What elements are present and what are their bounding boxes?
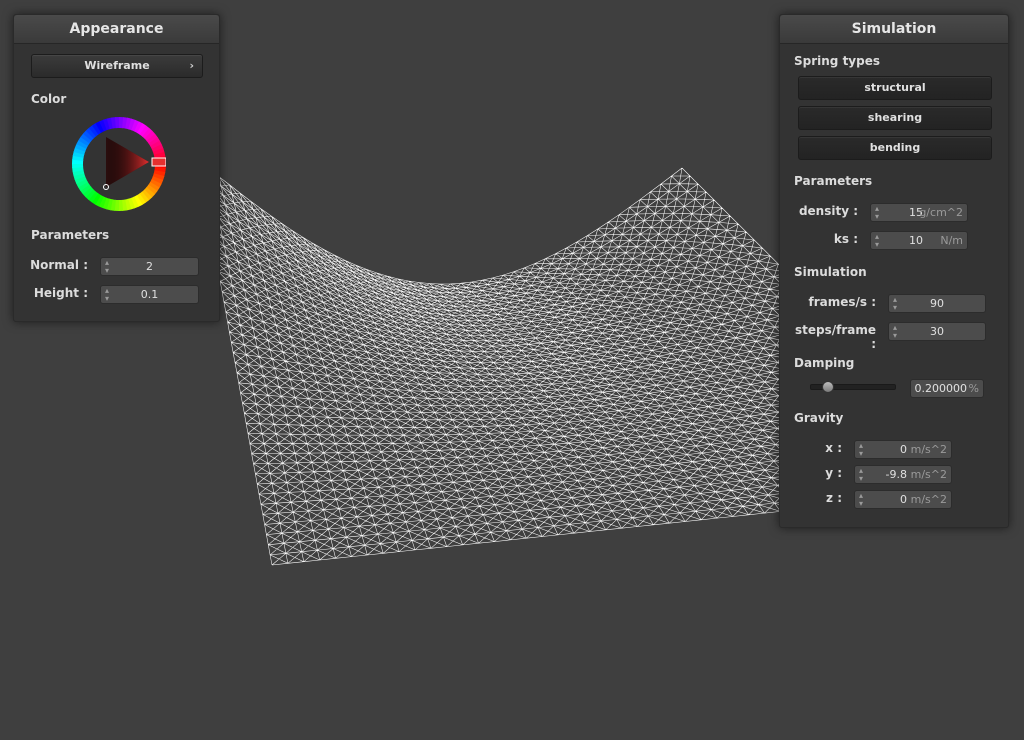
height-field[interactable]: ▴ ▾ 0.1 xyxy=(100,285,199,304)
height-label: Height : xyxy=(33,286,88,300)
fps-field[interactable]: ▴ ▾ 90 xyxy=(888,294,986,313)
simulation-panel: Simulation Spring types structural shear… xyxy=(779,14,1009,528)
simulation-title[interactable]: Simulation xyxy=(780,15,1008,44)
chevron-right-icon: › xyxy=(189,59,194,72)
render-mode-button[interactable]: Wireframe › xyxy=(31,54,203,78)
sim-params-label: Parameters xyxy=(794,174,873,188)
gravity-z-field[interactable]: ▴ ▾ 0 m/s^2 xyxy=(854,490,952,509)
spinner-icon[interactable]: ▴ ▾ xyxy=(875,232,879,249)
simulation-section-label: Simulation xyxy=(794,265,867,279)
color-label: Color xyxy=(31,92,67,106)
gravity-x-label: x : xyxy=(825,441,842,455)
damping-slider-knob[interactable] xyxy=(821,381,834,393)
steps-field[interactable]: ▴ ▾ 30 xyxy=(888,322,986,341)
appearance-title[interactable]: Appearance xyxy=(14,15,219,44)
spinner-icon[interactable]: ▴ ▾ xyxy=(859,441,863,458)
structural-button[interactable]: structural xyxy=(798,76,992,100)
spring-types-label: Spring types xyxy=(794,54,881,68)
color-wheel[interactable] xyxy=(72,117,166,211)
normal-field[interactable]: ▴ ▾ 2 xyxy=(100,257,199,276)
shearing-button[interactable]: shearing xyxy=(798,106,992,130)
render-mode-label: Wireframe xyxy=(84,59,150,72)
appearance-params-label: Parameters xyxy=(31,228,110,242)
steps-label: steps/frame : xyxy=(794,323,876,351)
fps-label: frames/s : xyxy=(808,295,876,309)
ks-field[interactable]: ▴ ▾ 10 N/m xyxy=(870,231,968,250)
spinner-icon[interactable]: ▴ ▾ xyxy=(859,491,863,508)
gravity-z-label: z : xyxy=(826,491,842,505)
spinner-icon[interactable]: ▴ ▾ xyxy=(875,204,879,221)
gravity-label: Gravity xyxy=(794,411,844,425)
gravity-y-field[interactable]: ▴ ▾ -9.8 m/s^2 xyxy=(854,465,952,484)
ks-label: ks : xyxy=(833,232,858,246)
damping-label: Damping xyxy=(794,356,855,370)
appearance-panel: Appearance Wireframe › Color Parameters … xyxy=(13,14,220,322)
gravity-x-field[interactable]: ▴ ▾ 0 m/s^2 xyxy=(854,440,952,459)
damping-field[interactable]: 0.200000 % xyxy=(910,379,984,398)
density-field[interactable]: ▴ ▾ 15 g/cm^2 xyxy=(870,203,968,222)
density-label: density : xyxy=(798,204,858,218)
spinner-icon[interactable]: ▴ ▾ xyxy=(859,466,863,483)
gravity-y-label: y : xyxy=(825,466,842,480)
normal-label: Normal : xyxy=(30,258,88,272)
bending-button[interactable]: bending xyxy=(798,136,992,160)
